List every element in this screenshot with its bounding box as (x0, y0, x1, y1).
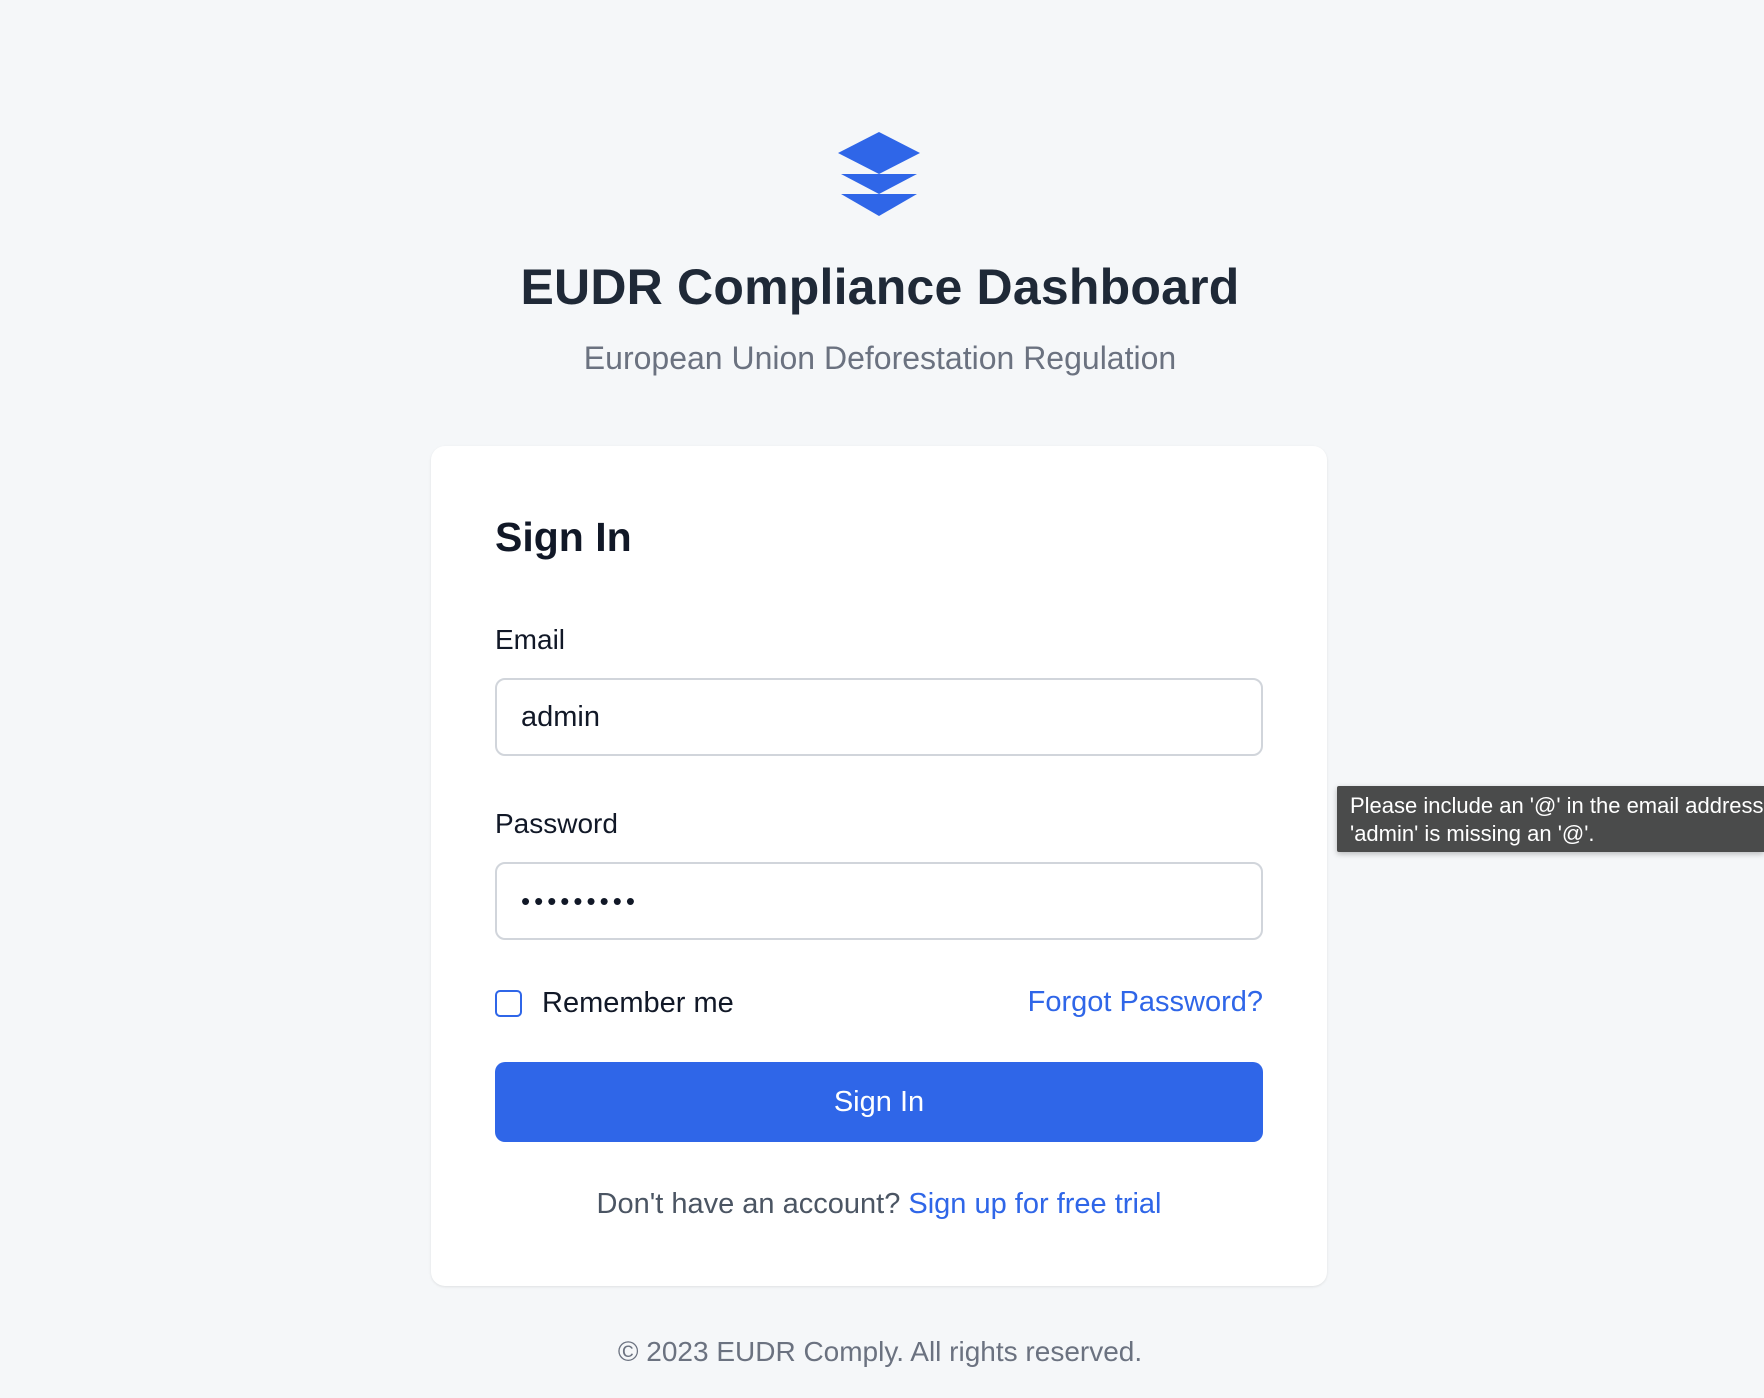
remember-me-checkbox[interactable] (495, 989, 522, 1017)
password-field[interactable] (495, 862, 1263, 940)
layers-icon (838, 132, 920, 216)
password-label: Password (495, 808, 618, 839)
signin-heading: Sign In (495, 514, 632, 560)
tooltip-line-1: Please include an '@' in the email addre… (1350, 793, 1764, 818)
remember-me-row: Remember me (495, 986, 734, 1020)
signup-link[interactable]: Sign up for free trial (908, 1188, 1161, 1220)
signin-card: Sign In Email Password Remember me Forgo… (431, 446, 1327, 1286)
email-field[interactable] (495, 678, 1263, 756)
footer-copyright: © 2023 EUDR Comply. All rights reserved. (617, 1336, 1143, 1367)
sign-in-button[interactable]: Sign In (495, 1062, 1263, 1142)
app-title: EUDR Compliance Dashboard (520, 259, 1240, 315)
forgot-password-link[interactable]: Forgot Password? (1028, 986, 1263, 1019)
signup-prompt-row: Don't have an account? Sign up for free … (431, 1188, 1327, 1221)
signup-prompt-text: Don't have an account? (596, 1188, 909, 1220)
remember-me-label[interactable]: Remember me (542, 987, 734, 1020)
email-validation-tooltip: Please include an '@' in the email addre… (1337, 786, 1764, 852)
tooltip-line-2: 'admin' is missing an '@'. (1350, 821, 1595, 846)
email-label: Email (495, 624, 566, 655)
app-subtitle: European Union Deforestation Regulation (583, 340, 1177, 376)
